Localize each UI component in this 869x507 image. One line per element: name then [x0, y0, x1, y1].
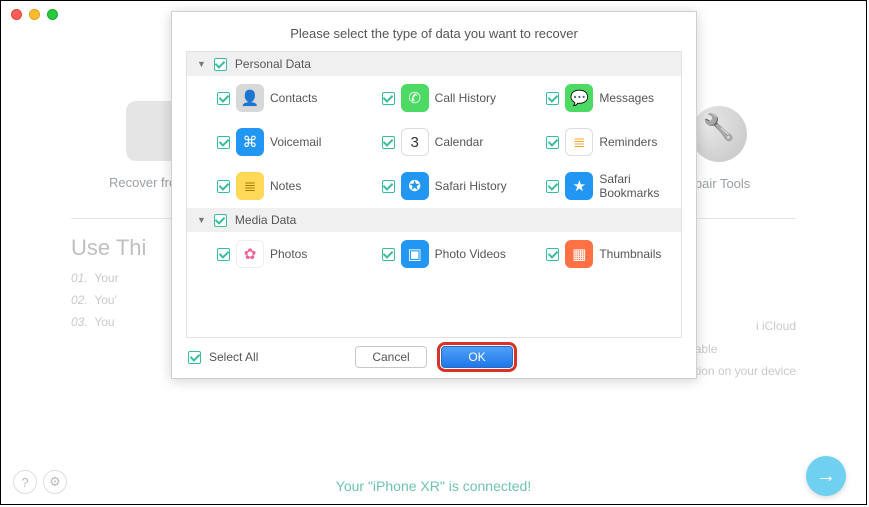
label-voicemail: Voicemail	[270, 135, 321, 149]
checkbox-select-all[interactable]	[188, 351, 201, 364]
messages-icon: 💬	[565, 84, 593, 112]
checkbox-contacts[interactable]	[217, 92, 230, 105]
footer: ? ⚙ Your "iPhone XR" is connected! →	[1, 478, 866, 494]
reminders-icon: ≣	[565, 128, 593, 156]
checkbox-notes[interactable]	[217, 180, 230, 193]
calendar-icon: 3	[401, 128, 429, 156]
photos-icon: ✿	[236, 240, 264, 268]
modal-title: Please select the type of data you want …	[172, 12, 696, 51]
data-type-reminders[interactable]: ≣ Reminders	[516, 120, 681, 164]
checkbox-photos[interactable]	[217, 248, 230, 261]
data-type-contacts[interactable]: 👤 Contacts	[187, 76, 352, 120]
data-type-thumbnails[interactable]: ▦ Thumbnails	[516, 232, 681, 276]
media-data-grid: ✿ Photos ▣ Photo Videos ▦ Thumbnails	[187, 232, 681, 276]
category-personal-data-label: Personal Data	[235, 57, 311, 71]
label-safariBookmarks: Safari Bookmarks	[599, 172, 675, 200]
data-type-voicemail[interactable]: ⌘ Voicemail	[187, 120, 352, 164]
repair-tools-icon	[691, 106, 747, 162]
data-type-photos[interactable]: ✿ Photos	[187, 232, 352, 276]
data-type-photoVideos[interactable]: ▣ Photo Videos	[352, 232, 517, 276]
checkbox-media-data[interactable]	[214, 214, 227, 227]
data-type-safariBookmarks[interactable]: ★Safari Bookmarks	[516, 164, 681, 208]
personal-data-grid: 👤 Contacts ✆ Call History 💬 Messages ⌘ Voicemai…	[187, 76, 681, 208]
checkbox-thumbnails[interactable]	[546, 248, 559, 261]
checkbox-personal-data[interactable]	[214, 58, 227, 71]
disclosure-triangle-icon[interactable]: ▼	[197, 59, 206, 69]
data-type-callHistory[interactable]: ✆ Call History	[352, 76, 517, 120]
callHistory-icon: ✆	[401, 84, 429, 112]
category-media-data[interactable]: ▼ Media Data	[187, 208, 681, 232]
checkbox-voicemail[interactable]	[217, 136, 230, 149]
data-type-calendar[interactable]: 3 Calendar	[352, 120, 517, 164]
label-thumbnails: Thumbnails	[599, 247, 661, 261]
data-type-messages[interactable]: 💬 Messages	[516, 76, 681, 120]
modal-footer: Select All Cancel OK	[172, 338, 696, 378]
label-safariHistory: Safari History	[435, 179, 507, 193]
label-notes: Notes	[270, 179, 301, 193]
checkbox-safariHistory[interactable]	[382, 180, 395, 193]
checkbox-safariBookmarks[interactable]	[546, 180, 559, 193]
photoVideos-icon: ▣	[401, 240, 429, 268]
label-calendar: Calendar	[435, 135, 484, 149]
select-all-label: Select All	[209, 350, 258, 364]
ok-button[interactable]: OK	[441, 346, 513, 368]
disclosure-triangle-icon[interactable]: ▼	[197, 215, 206, 225]
checkbox-photoVideos[interactable]	[382, 248, 395, 261]
label-contacts: Contacts	[270, 91, 317, 105]
category-personal-data[interactable]: ▼ Personal Data	[187, 52, 681, 76]
device-connected-status: Your "iPhone XR" is connected!	[1, 478, 866, 494]
select-all-row[interactable]: Select All	[188, 350, 258, 364]
cancel-button[interactable]: Cancel	[355, 346, 427, 368]
checkbox-reminders[interactable]	[546, 136, 559, 149]
label-callHistory: Call History	[435, 91, 496, 105]
safariBookmarks-icon: ★	[565, 172, 593, 200]
thumbnails-icon: ▦	[565, 240, 593, 268]
select-data-type-modal: Please select the type of data you want …	[171, 11, 697, 379]
label-photos: Photos	[270, 247, 307, 261]
label-messages: Messages	[599, 91, 654, 105]
notes-icon: ≣	[236, 172, 264, 200]
data-type-notes[interactable]: ≣ Notes	[187, 164, 352, 208]
label-photoVideos: Photo Videos	[435, 247, 506, 261]
checkbox-messages[interactable]	[546, 92, 559, 105]
help-button[interactable]: ?	[13, 470, 37, 494]
category-media-data-label: Media Data	[235, 213, 296, 227]
settings-button[interactable]: ⚙	[43, 470, 67, 494]
next-button[interactable]: →	[806, 456, 846, 496]
mode-label-repair: epair Tools	[688, 176, 751, 191]
safariHistory-icon: ✪	[401, 172, 429, 200]
data-type-safariHistory[interactable]: ✪ Safari History	[352, 164, 517, 208]
contacts-icon: 👤	[236, 84, 264, 112]
label-reminders: Reminders	[599, 135, 657, 149]
voicemail-icon: ⌘	[236, 128, 264, 156]
modal-body: ▼ Personal Data 👤 Contacts ✆ Call History 💬 M…	[186, 51, 682, 338]
checkbox-callHistory[interactable]	[382, 92, 395, 105]
checkbox-calendar[interactable]	[382, 136, 395, 149]
